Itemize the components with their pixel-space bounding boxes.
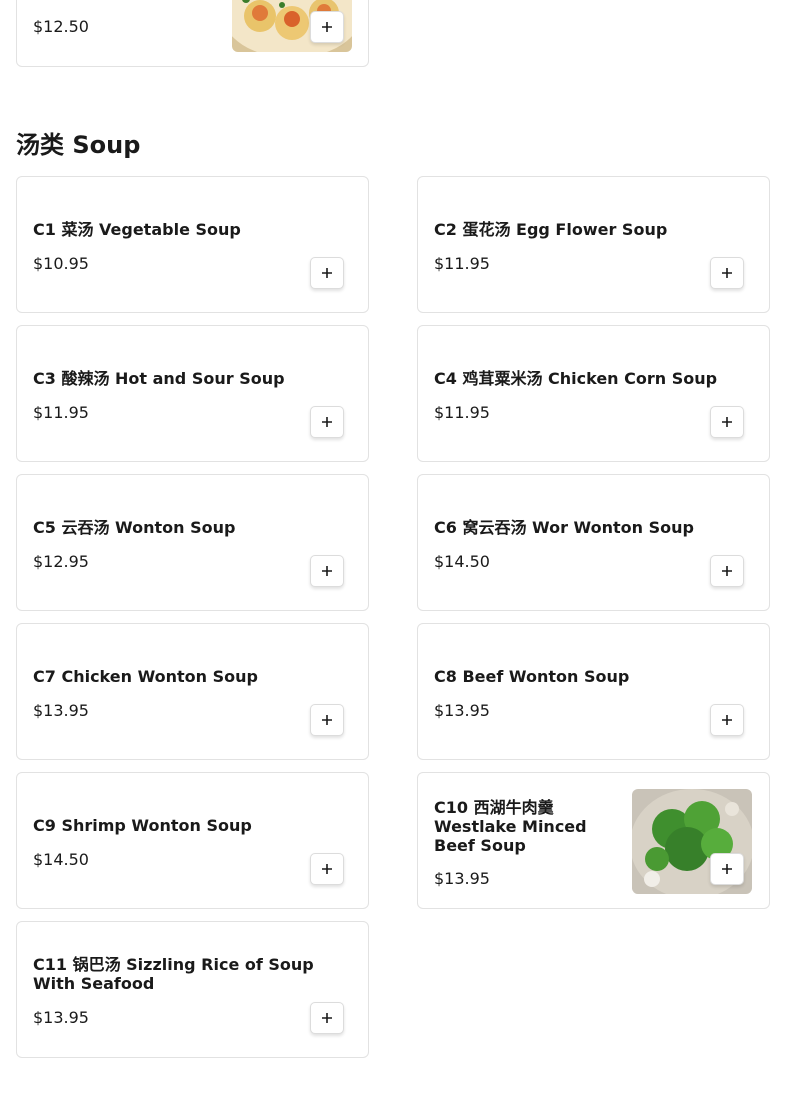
add-to-cart-button[interactable] xyxy=(710,406,744,438)
menu-item-card-previous[interactable]: $12.50 xyxy=(16,0,369,67)
item-price: $13.95 xyxy=(33,1008,89,1027)
item-price: $13.95 xyxy=(434,869,490,888)
item-name: C9 Shrimp Wonton Soup xyxy=(33,816,252,835)
menu-item-card[interactable]: C9 Shrimp Wonton Soup $14.50 xyxy=(16,772,369,909)
item-name: C3 酸辣汤 Hot and Sour Soup xyxy=(33,369,285,388)
add-to-cart-button[interactable] xyxy=(310,853,344,885)
item-price: $13.95 xyxy=(434,701,490,720)
menu-item-card[interactable]: C11 锅巴汤 Sizzling Rice of Soup With Seafo… xyxy=(16,921,369,1058)
item-price: $11.95 xyxy=(33,403,89,422)
add-to-cart-button[interactable] xyxy=(310,257,344,289)
add-to-cart-button[interactable] xyxy=(310,1002,344,1034)
add-to-cart-button[interactable] xyxy=(710,704,744,736)
add-to-cart-button[interactable] xyxy=(310,555,344,587)
plus-icon xyxy=(722,268,732,278)
plus-icon xyxy=(322,864,332,874)
menu-item-card[interactable]: C5 云吞汤 Wonton Soup $12.95 xyxy=(16,474,369,611)
menu-item-card[interactable]: C6 窝云吞汤 Wor Wonton Soup $14.50 xyxy=(417,474,770,611)
plus-icon xyxy=(722,566,732,576)
item-price: $12.95 xyxy=(33,552,89,571)
menu-item-card[interactable]: C2 蛋花汤 Egg Flower Soup $11.95 xyxy=(417,176,770,313)
menu-item-card[interactable]: C10 西湖牛肉羹 Westlake Minced Beef Soup $13.… xyxy=(417,772,770,909)
add-to-cart-button[interactable] xyxy=(710,853,744,885)
plus-icon xyxy=(322,417,332,427)
menu-item-card[interactable]: C3 酸辣汤 Hot and Sour Soup $11.95 xyxy=(16,325,369,462)
item-name: C5 云吞汤 Wonton Soup xyxy=(33,518,236,537)
item-price: $11.95 xyxy=(434,403,490,422)
item-name: C4 鸡茸粟米汤 Chicken Corn Soup xyxy=(434,369,718,388)
item-name: C8 Beef Wonton Soup xyxy=(434,667,630,686)
item-name: C2 蛋花汤 Egg Flower Soup xyxy=(434,220,668,239)
menu-item-card[interactable]: C8 Beef Wonton Soup $13.95 xyxy=(417,623,770,760)
plus-icon xyxy=(322,268,332,278)
item-price: $14.50 xyxy=(434,552,490,571)
item-price: $12.50 xyxy=(33,17,89,36)
add-to-cart-button[interactable] xyxy=(310,406,344,438)
plus-icon xyxy=(322,1013,332,1023)
plus-icon xyxy=(722,715,732,725)
add-to-cart-button[interactable] xyxy=(710,257,744,289)
item-name: C6 窝云吞汤 Wor Wonton Soup xyxy=(434,518,694,537)
menu-item-card[interactable]: C7 Chicken Wonton Soup $13.95 xyxy=(16,623,369,760)
menu-item-card[interactable]: C4 鸡茸粟米汤 Chicken Corn Soup $11.95 xyxy=(417,325,770,462)
item-price: $10.95 xyxy=(33,254,89,273)
item-price: $11.95 xyxy=(434,254,490,273)
plus-icon xyxy=(322,22,332,32)
plus-icon xyxy=(722,417,732,427)
plus-icon xyxy=(322,566,332,576)
item-price: $13.95 xyxy=(33,701,89,720)
item-name: C10 西湖牛肉羹 Westlake Minced Beef Soup xyxy=(434,798,587,855)
item-name: C11 锅巴汤 Sizzling Rice of Soup With Seafo… xyxy=(33,955,314,993)
plus-icon xyxy=(722,864,732,874)
item-price: $14.50 xyxy=(33,850,89,869)
menu-item-card[interactable]: C1 菜汤 Vegetable Soup $10.95 xyxy=(16,176,369,313)
section-title: 汤类 Soup xyxy=(16,131,141,159)
plus-icon xyxy=(322,715,332,725)
item-name: C7 Chicken Wonton Soup xyxy=(33,667,258,686)
add-to-cart-button[interactable] xyxy=(710,555,744,587)
add-to-cart-button[interactable] xyxy=(310,704,344,736)
item-name: C1 菜汤 Vegetable Soup xyxy=(33,220,241,239)
add-to-cart-button[interactable] xyxy=(310,11,344,43)
